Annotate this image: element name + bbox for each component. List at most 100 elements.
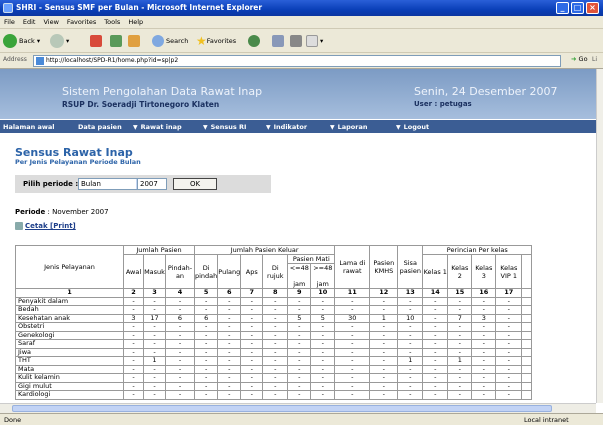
maximize-button[interactable]: □ — [571, 2, 584, 14]
table-cell: - — [447, 364, 473, 374]
header-kelas-1: Kelas 1 — [422, 254, 449, 289]
edit-toolbar-button[interactable]: ▾ — [306, 33, 323, 49]
table-cell: - — [369, 296, 399, 306]
site-title: Sistem Pengolahan Data Rawat Inap — [62, 85, 263, 98]
menu-favorites[interactable]: Favorites — [63, 16, 100, 29]
menu-file[interactable]: File — [0, 16, 19, 29]
table-cell: - — [495, 339, 523, 349]
search-button[interactable]: Search — [152, 33, 188, 49]
window-title: SHRI - Sensus SMF per Bulan - Microsoft … — [16, 3, 263, 12]
table-cell: - — [369, 381, 399, 391]
table-cell: - — [397, 296, 424, 306]
column-number-row: 1 2 3 4 5 6 7 8 9 10 11 12 13 14 15 16 17 — [15, 288, 533, 298]
user-label: User : petugas — [414, 100, 472, 108]
search-icon — [152, 35, 164, 47]
table-cell: - — [397, 390, 424, 400]
go-arrow-icon: ➜ — [571, 55, 577, 63]
print-link[interactable]: Cetak [Print] — [15, 222, 76, 230]
column-number: 8 — [262, 288, 289, 298]
table-row: THT -1- - - - - - - - -1-1- - — [15, 356, 533, 366]
nav-data-pasien[interactable]: Data pasien — [78, 120, 122, 134]
forward-button[interactable]: ▾ — [50, 33, 69, 49]
table-cell: - — [193, 373, 219, 383]
nav-logout[interactable]: ▼ Logout — [396, 120, 429, 135]
page-icon — [36, 57, 44, 65]
table-cell: - — [310, 356, 336, 366]
go-button[interactable]: ➜ Go — [571, 55, 588, 63]
table-cell: - — [447, 381, 473, 391]
service-name: Saraf — [15, 339, 124, 349]
header-jenis-pelayanan: Jenis Pelayanan — [15, 245, 124, 289]
horizontal-scrollbar[interactable] — [0, 403, 596, 413]
menu-edit[interactable]: Edit — [19, 16, 40, 29]
table-cell: - — [447, 305, 473, 315]
table-cell: - — [369, 339, 399, 349]
year-input[interactable]: 2007 — [137, 178, 167, 190]
vertical-scrollbar[interactable] — [596, 69, 603, 403]
table-cell: - — [447, 330, 473, 340]
print-toolbar-button[interactable] — [290, 33, 304, 49]
column-number: 7 — [240, 288, 264, 298]
table-cell: - — [193, 356, 219, 366]
nav-halaman-awal[interactable]: Halaman awal — [3, 120, 55, 134]
table-cell: 17 — [143, 313, 166, 323]
back-button[interactable]: Back ▾ — [3, 33, 40, 49]
table-cell: 6 — [193, 313, 219, 323]
census-table: Jenis Pelayanan Jumlah Pasien Jumlah Pas… — [15, 245, 533, 400]
table-cell: - — [165, 339, 195, 349]
table-cell: - — [422, 330, 449, 340]
menu-help[interactable]: Help — [124, 16, 147, 29]
home-button[interactable] — [128, 33, 142, 49]
table-cell: - — [310, 339, 336, 349]
scroll-thumb[interactable] — [12, 405, 552, 412]
table-cell: - — [240, 381, 264, 391]
table-cell: - — [262, 347, 289, 357]
table-cell: - — [217, 356, 242, 366]
table-cell: - — [334, 390, 371, 400]
table-cell: - — [123, 339, 144, 349]
table-cell: - — [262, 305, 289, 315]
page-subtitle: Per Jenis Pelayanan Periode Bulan — [15, 158, 141, 166]
table-cell: - — [369, 330, 399, 340]
menu-tools[interactable]: Tools — [100, 16, 124, 29]
history-button[interactable] — [248, 33, 262, 49]
favorites-button[interactable]: ★Favorites — [196, 33, 236, 49]
stop-button[interactable] — [90, 33, 104, 49]
minimize-button[interactable]: _ — [556, 2, 569, 14]
table-cell: - — [397, 339, 424, 349]
header-pindahan: Pindah-an — [165, 254, 195, 289]
links-label: Li — [592, 56, 598, 63]
table-cell — [521, 373, 533, 383]
mail-button[interactable] — [272, 33, 286, 49]
period-filter: Pilih periode : Bulan▼ 2007 OK — [15, 175, 271, 193]
column-number: 15 — [447, 288, 473, 298]
table-cell: - — [471, 322, 497, 332]
refresh-button[interactable] — [110, 33, 124, 49]
table-cell: - — [143, 330, 166, 340]
menu-view[interactable]: View — [39, 16, 62, 29]
table-cell: - — [287, 296, 312, 306]
close-button[interactable]: × — [586, 2, 599, 14]
column-number: 11 — [334, 288, 371, 298]
nav-laporan[interactable]: ▼ Laporan — [330, 120, 368, 135]
table-cell: 1 — [447, 356, 473, 366]
dropdown-arrow-icon: ▼ — [396, 124, 401, 131]
table-cell: 5 — [287, 313, 312, 323]
table-cell — [521, 330, 533, 340]
table-cell: - — [422, 390, 449, 400]
table-cell — [521, 381, 533, 391]
ok-button[interactable]: OK — [173, 178, 217, 190]
table-cell: - — [165, 296, 195, 306]
service-name: Kardiologi — [15, 390, 124, 400]
table-cell: - — [193, 339, 219, 349]
nav-sensus-ri[interactable]: ▼ Sensus RI — [203, 120, 246, 135]
nav-indikator[interactable]: ▼ Indikator — [266, 120, 307, 135]
address-input[interactable]: http://localhost/SPD-R1/home.php?id=sp|p… — [33, 55, 561, 67]
header-awal: Awal — [123, 254, 144, 289]
header-masuk: Masuk — [143, 254, 166, 289]
header-lama-dirawat: Lama di rawat — [334, 245, 371, 289]
table-cell: - — [217, 347, 242, 357]
table-cell: - — [143, 347, 166, 357]
column-number: 16 — [471, 288, 497, 298]
nav-rawat-inap[interactable]: ▼ Rawat inap — [133, 120, 182, 135]
